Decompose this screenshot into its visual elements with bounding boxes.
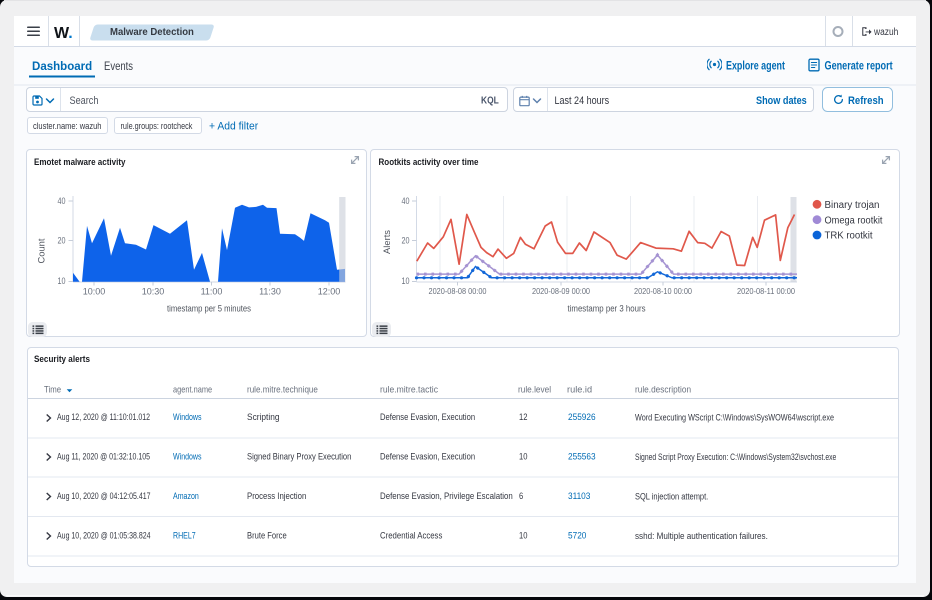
svg-text:TRK rootkit: TRK rootkit bbox=[825, 231, 873, 242]
svg-text:Alerts: Alerts bbox=[382, 230, 393, 254]
svg-text:2020-08-10 00:00: 2020-08-10 00:00 bbox=[634, 286, 692, 296]
svg-text:10:00: 10:00 bbox=[83, 287, 106, 297]
svg-text:Omega rootkit: Omega rootkit bbox=[825, 215, 883, 226]
svg-text:40: 40 bbox=[402, 196, 410, 206]
svg-text:40: 40 bbox=[58, 196, 66, 206]
svg-text:10: 10 bbox=[402, 276, 410, 286]
svg-text:timestamp per 5 minutes: timestamp per 5 minutes bbox=[167, 304, 251, 315]
svg-text:20: 20 bbox=[58, 236, 66, 246]
svg-text:2020-08-11 00:00: 2020-08-11 00:00 bbox=[737, 286, 795, 296]
svg-text:Binary trojan: Binary trojan bbox=[825, 200, 880, 211]
svg-text:2020-08-09 00:00: 2020-08-09 00:00 bbox=[532, 286, 590, 296]
svg-text:2020-08-08 00:00: 2020-08-08 00:00 bbox=[429, 286, 487, 296]
svg-text:10:30: 10:30 bbox=[142, 287, 165, 297]
svg-text:20: 20 bbox=[402, 236, 410, 246]
svg-text:Count: Count bbox=[37, 238, 48, 263]
svg-text:11:30: 11:30 bbox=[259, 287, 281, 297]
svg-text:10: 10 bbox=[58, 276, 66, 286]
svg-text:11:00: 11:00 bbox=[201, 287, 223, 297]
svg-text:12:00: 12:00 bbox=[318, 287, 341, 297]
svg-text:timestamp per 3 hours: timestamp per 3 hours bbox=[568, 304, 646, 315]
